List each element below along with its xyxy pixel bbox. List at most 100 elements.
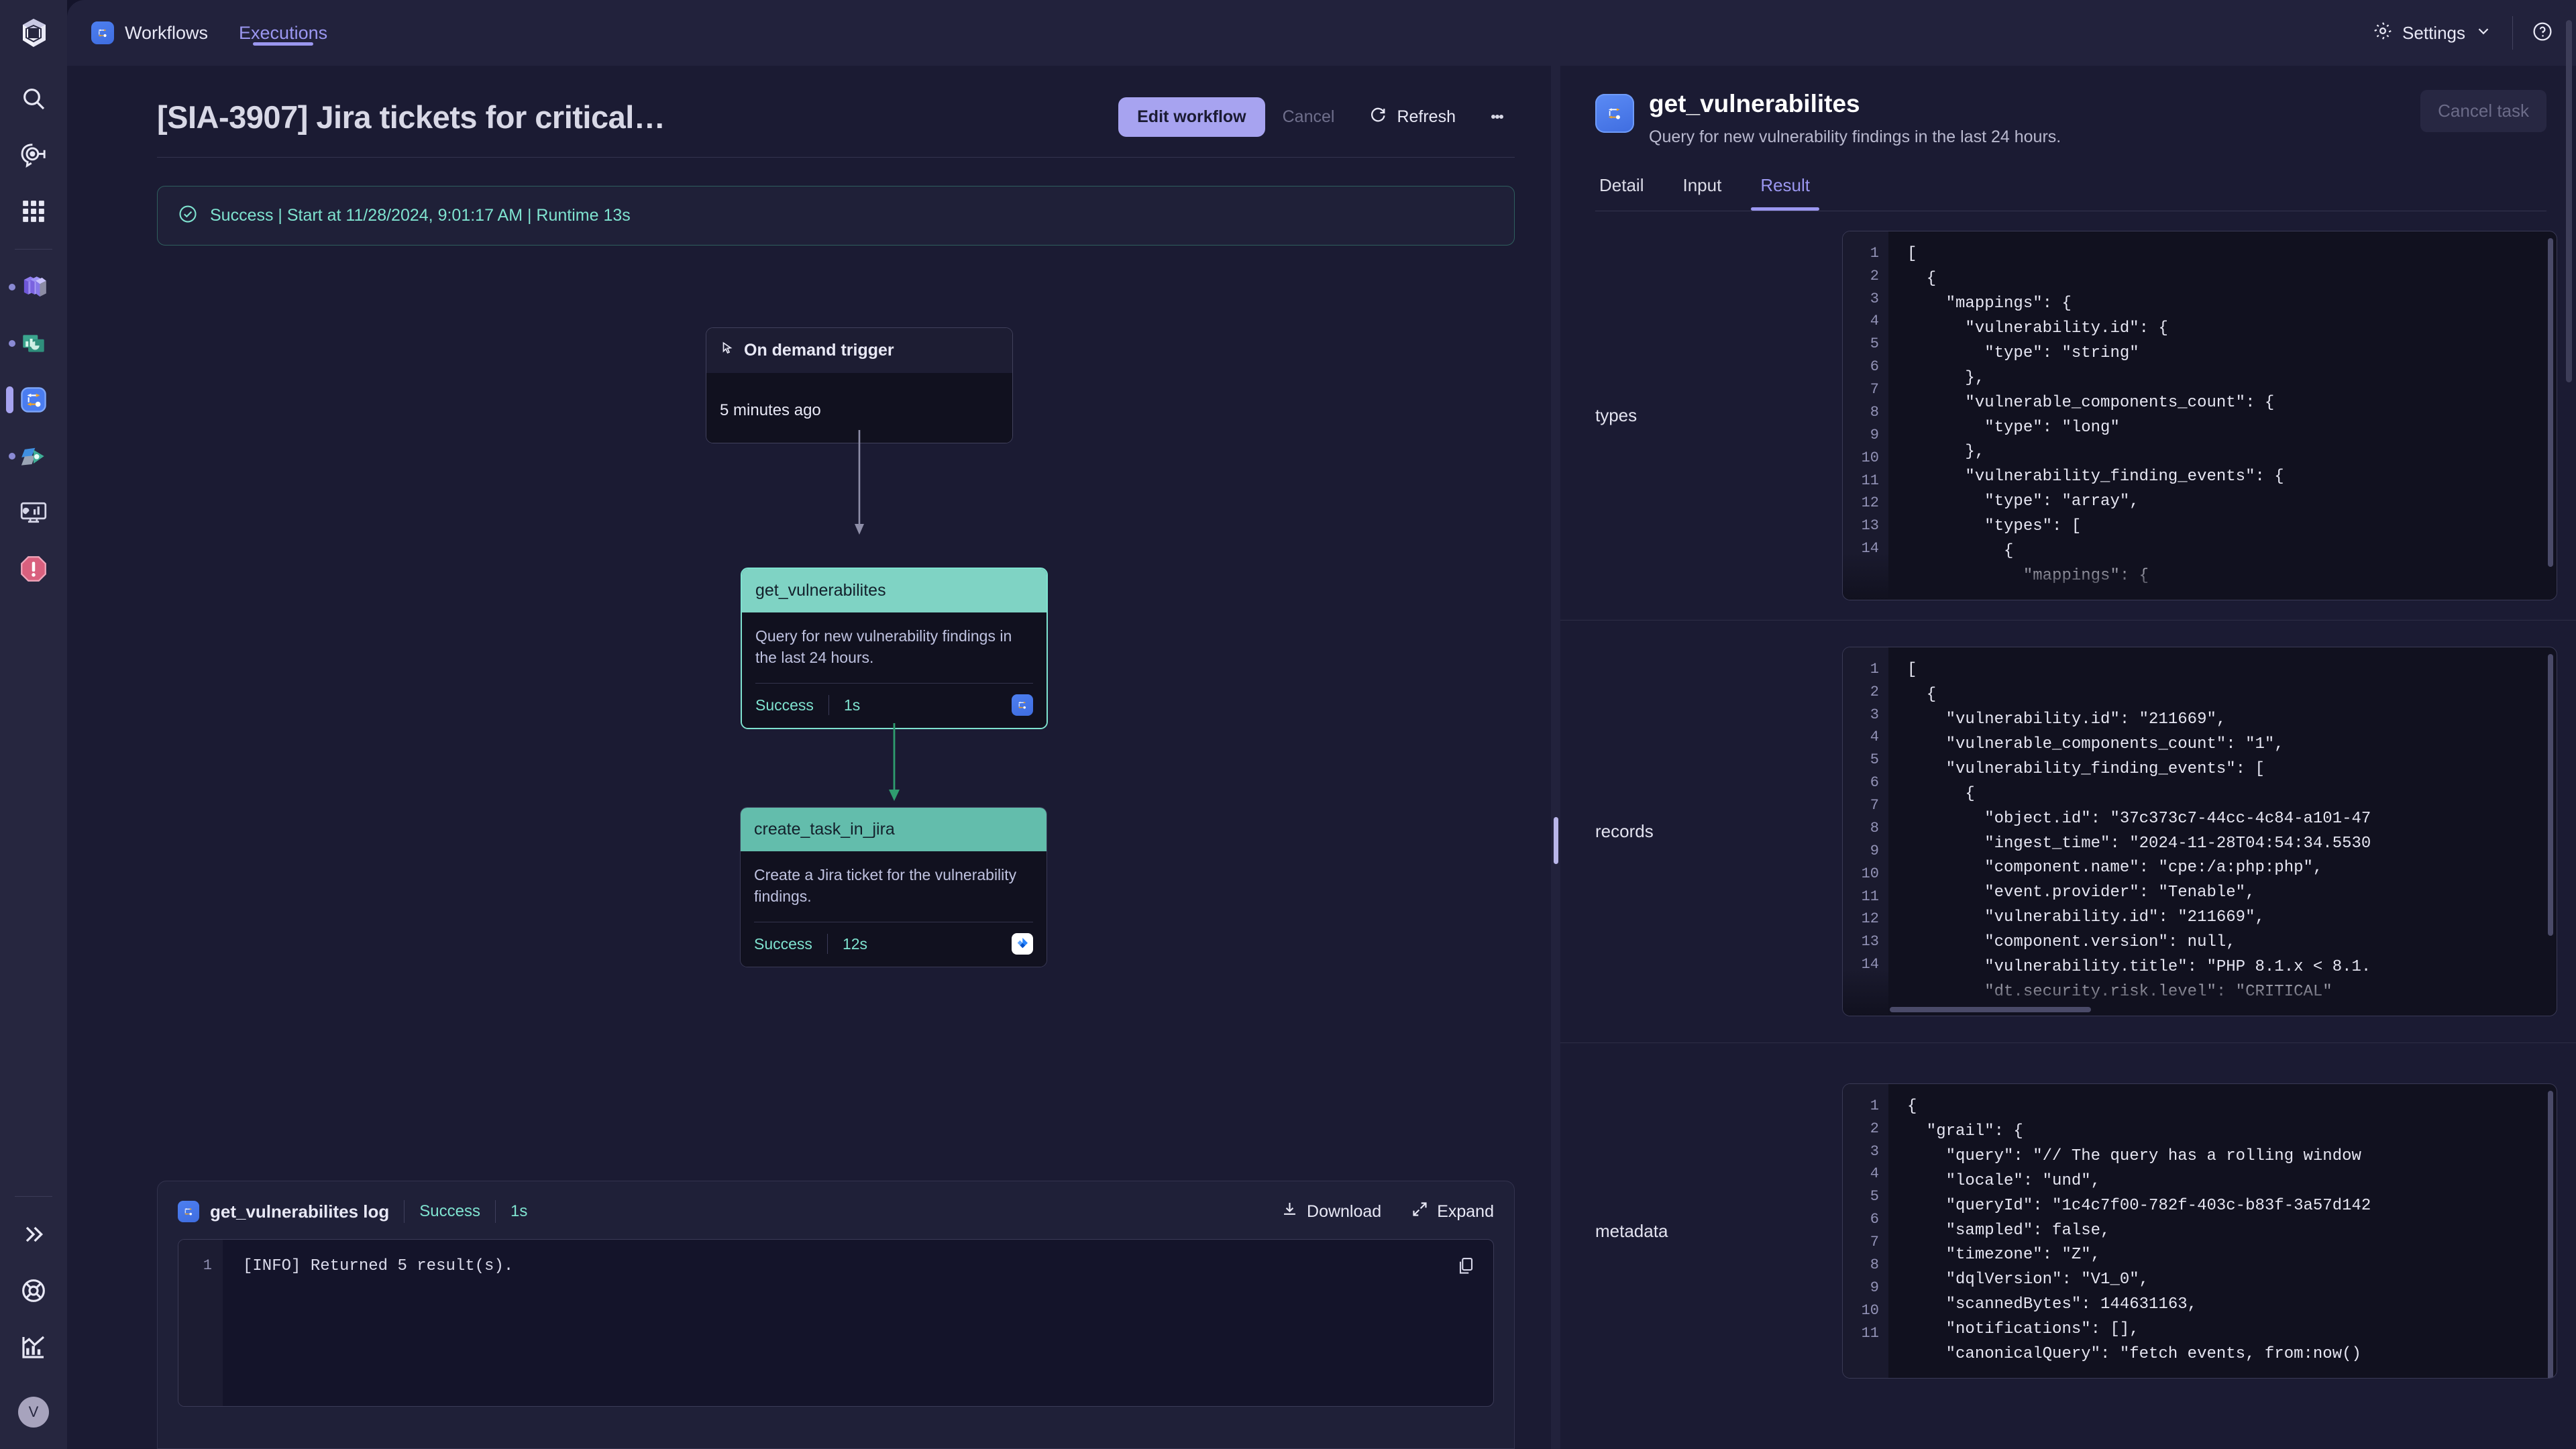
tab-executions[interactable]: Executions	[239, 0, 327, 66]
status-dot	[9, 340, 15, 347]
log-output[interactable]: 1 [INFO] Returned 5 result(s).	[178, 1239, 1494, 1407]
sidebar-item-observe-and-explore[interactable]	[0, 127, 67, 183]
workflow-node-create-task-in-jira[interactable]: create_task_in_jira Create a Jira ticket…	[740, 807, 1047, 968]
avatar: V	[18, 1397, 49, 1428]
search-icon	[20, 85, 47, 112]
dashboards-icon	[19, 329, 48, 358]
node-title: create_task_in_jira	[754, 820, 895, 839]
gear-icon	[2373, 21, 2393, 46]
analytics-icon	[20, 1334, 47, 1360]
sidebar-item-expand-rail[interactable]	[0, 1206, 67, 1263]
header-divider	[157, 157, 1515, 158]
sidebar-item-search[interactable]	[0, 70, 67, 127]
tab-detail[interactable]: Detail	[1595, 175, 1648, 211]
workflows-icon	[178, 1201, 199, 1222]
log-status: Success	[419, 1202, 480, 1220]
result-section-records: records 1 2 3 4 5 6 7 8 9 10 11 12 13 14 [ { "vulnera…	[1560, 621, 2576, 1043]
connector-trigger-to-get-vulnerabilites	[855, 430, 864, 535]
code-line-numbers: 1 2 3 4 5 6 7 8 9 10 11	[1843, 1083, 1888, 1379]
code-content: [ { "mappings": { "vulnerability.id": { …	[1907, 244, 2284, 586]
node-header: get_vulnerabilites	[742, 569, 1046, 612]
top-bar: Workflows Executions Settings	[67, 0, 2576, 66]
cancel-button[interactable]: Cancel	[1265, 97, 1352, 137]
chevron-down-icon	[2475, 22, 2492, 44]
code-content: [ { "vulnerability.id": "211669", "vulne…	[1907, 660, 2371, 1002]
code-vertical-scrollbar[interactable]	[2548, 1090, 2553, 1379]
copy-icon[interactable]	[1456, 1256, 1476, 1279]
sidebar-item-problems[interactable]	[0, 541, 67, 597]
download-button[interactable]: Download	[1281, 1200, 1381, 1223]
monitor-chart-icon	[19, 499, 48, 526]
code-horizontal-scrollbar[interactable]	[1890, 1007, 2091, 1013]
workflow-canvas[interactable]: On demand trigger 5 minutes ago get_vuln…	[67, 246, 1551, 1181]
sidebar-item-distributed-tracing[interactable]	[0, 259, 67, 315]
workflows-icon	[91, 21, 114, 44]
kebab-menu-icon[interactable]	[1480, 99, 1515, 134]
panel-resize-divider[interactable]	[1551, 66, 1560, 1449]
panel-scrollbar[interactable]	[2566, 20, 2572, 382]
task-title: get_vulnerabilites	[1649, 90, 1860, 117]
log-title: get_vulnerabilites log	[210, 1201, 390, 1222]
page-title: [SIA-3907] Jira tickets for critical…	[157, 99, 665, 135]
code-vertical-scrollbar[interactable]	[2548, 237, 2553, 567]
status-dot	[9, 453, 15, 460]
node-description: Query for new vulnerability findings in …	[755, 627, 1012, 666]
expand-button[interactable]: Expand	[1411, 1200, 1494, 1223]
code-block-records[interactable]: 1 2 3 4 5 6 7 8 9 10 11 12 13 14 [ { "vulnerability.i…	[1842, 646, 2557, 1017]
node-footer: Success 1s	[755, 684, 1033, 728]
help-button[interactable]	[2532, 21, 2553, 46]
node-title: get_vulnerabilites	[755, 581, 886, 600]
sidebar-item-analytics[interactable]	[0, 1319, 67, 1375]
task-description: Query for new vulnerability findings in …	[1649, 127, 2061, 146]
code-line-numbers: 1 2 3 4 5 6 7 8 9 10 11 12 13 14	[1843, 231, 1888, 600]
section-label: records	[1595, 821, 1654, 841]
user-avatar-button[interactable]: V	[0, 1375, 67, 1449]
node-duration: 1s	[843, 696, 861, 714]
sidebar-item-monitoring[interactable]	[0, 484, 67, 541]
refresh-button[interactable]: Refresh	[1352, 95, 1473, 138]
download-icon	[1281, 1200, 1299, 1223]
expand-label: Expand	[1437, 1201, 1494, 1221]
jira-icon	[1012, 933, 1033, 955]
workflow-node-get-vulnerabilites[interactable]: get_vulnerabilites Query for new vulnera…	[741, 568, 1048, 730]
code-vertical-scrollbar[interactable]	[2548, 653, 2553, 936]
chevrons-right-icon	[20, 1221, 47, 1248]
resize-grip[interactable]	[1554, 817, 1558, 864]
task-tabs: Detail Input Result	[1595, 175, 2546, 211]
code-line-numbers: 1 2 3 4 5 6 7 8 9 10 11 12 13 14	[1843, 647, 1888, 1016]
log-duration: 1s	[511, 1202, 528, 1220]
execution-pane: [SIA-3907] Jira tickets for critical… Ed…	[67, 66, 1551, 1449]
tab-input[interactable]: Input	[1678, 175, 1725, 211]
sidebar-item-automation[interactable]	[0, 428, 67, 484]
node-footer: Success 12s	[754, 922, 1033, 967]
code-block-types[interactable]: 1 2 3 4 5 6 7 8 9 10 11 12 13 14 [ { "mappings": { "v…	[1842, 230, 2557, 601]
log-line-numbers: 1	[178, 1240, 223, 1406]
execution-actions: Edit workflow Cancel Refresh	[1118, 95, 1515, 138]
tab-workflows[interactable]: Workflows	[125, 0, 208, 66]
tab-result[interactable]: Result	[1751, 175, 1819, 211]
workflow-node-trigger[interactable]: On demand trigger 5 minutes ago	[706, 327, 1013, 443]
sidebar-item-apps-grid[interactable]	[0, 183, 67, 239]
top-bar-actions: Settings	[2373, 16, 2553, 50]
node-header: create_task_in_jira	[741, 808, 1046, 851]
node-status: Success	[754, 934, 812, 953]
sidebar-item-support[interactable]	[0, 1263, 67, 1319]
node-body: Create a Jira ticket for the vulnerabili…	[741, 851, 1046, 967]
code-block-metadata[interactable]: 1 2 3 4 5 6 7 8 9 10 11 { "grail": { "query": "// …	[1842, 1083, 2557, 1379]
node-status: Success	[755, 696, 814, 714]
dynatrace-logo[interactable]	[19, 17, 48, 52]
lifebuoy-icon	[20, 1277, 47, 1304]
task-header: get_vulnerabilites Query for new vulnera…	[1560, 66, 2576, 211]
expand-icon	[1411, 1200, 1429, 1223]
app-shell: Workflows Executions Settings [SIA-3907]…	[67, 0, 2576, 1449]
sidebar-item-dashboards[interactable]	[0, 315, 67, 372]
sidebar-item-workflows[interactable]	[0, 372, 67, 428]
cancel-task-button[interactable]: Cancel task	[2420, 90, 2546, 132]
settings-button[interactable]: Settings	[2373, 21, 2492, 46]
result-sections: types 1 2 3 4 5 6 7 8 9 10 11 12 13 14 [ { "mappings"…	[1560, 20, 2576, 1449]
log-line-text: [INFO] Returned 5 result(s).	[243, 1257, 514, 1275]
node-header: On demand trigger	[706, 328, 1012, 373]
left-rail: V	[0, 0, 67, 1449]
check-circle-icon	[178, 204, 198, 227]
edit-workflow-button[interactable]: Edit workflow	[1118, 97, 1265, 137]
